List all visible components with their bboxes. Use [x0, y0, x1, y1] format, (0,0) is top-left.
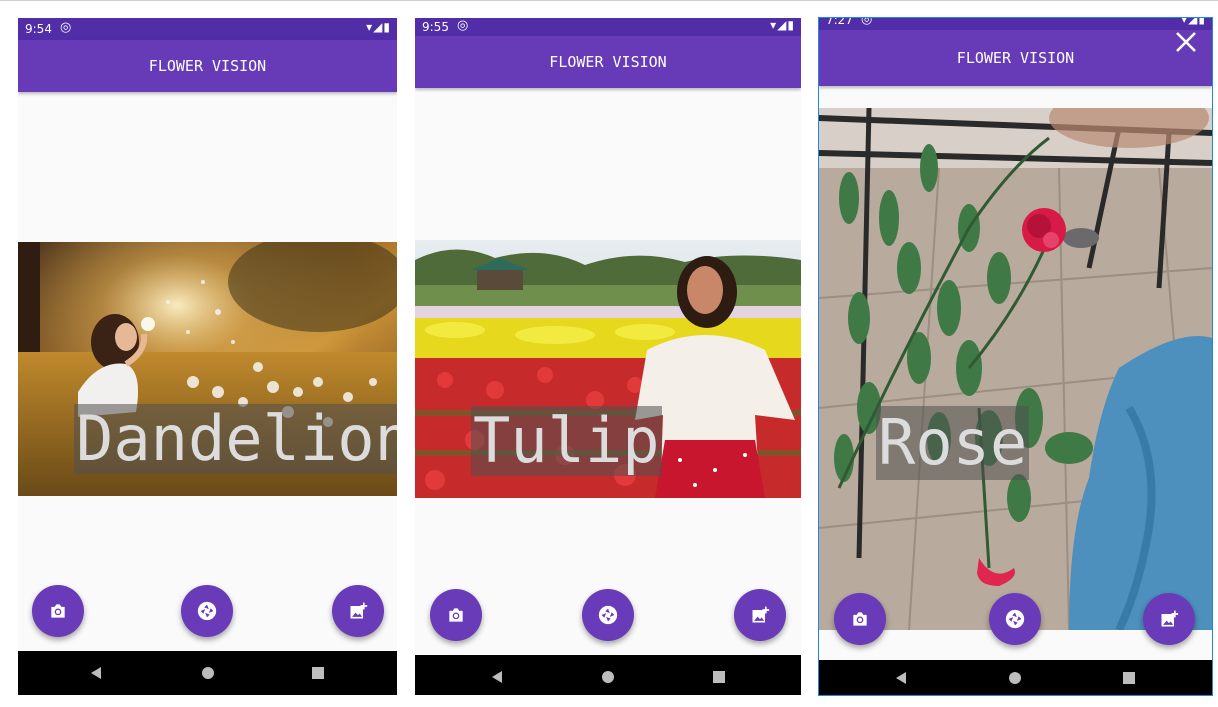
classified-photo: Dandelion [18, 242, 397, 496]
gallery-button[interactable] [332, 585, 384, 637]
recents-button[interactable] [699, 655, 739, 695]
app-bar: FLOWER VISION [18, 40, 397, 92]
phone-screen-dandelion: 9:54 ◎ ▾◢▮ FLOWER VISION Dandelion [18, 18, 397, 695]
add-photo-icon [350, 602, 368, 619]
capture-button[interactable] [582, 589, 634, 641]
system-nav-bar [819, 660, 1212, 695]
add-photo-icon [1161, 610, 1179, 627]
gallery-button[interactable] [1143, 593, 1195, 645]
capture-button[interactable] [989, 593, 1041, 645]
home-icon [602, 671, 614, 683]
home-button[interactable] [995, 660, 1035, 695]
recents-icon [312, 667, 324, 679]
home-button[interactable] [188, 651, 228, 695]
window-top-border [0, 0, 1218, 1]
gallery-button[interactable] [734, 589, 786, 641]
status-bar: 9:54 ◎ ▾◢▮ [18, 18, 397, 40]
prediction-label: Tulip [471, 404, 662, 477]
camera-button[interactable] [430, 589, 482, 641]
system-nav-bar [18, 651, 397, 695]
camera-button[interactable] [32, 585, 84, 637]
close-icon[interactable] [1174, 30, 1198, 54]
home-icon [202, 667, 214, 679]
status-bar: 7:27 ◎ ▾◢▮ [819, 18, 1212, 30]
status-time: 9:55 [422, 20, 449, 34]
recents-icon [1123, 672, 1135, 684]
app-title: FLOWER VISION [148, 57, 267, 75]
prediction-label: Rose [876, 406, 1030, 480]
recents-button[interactable] [298, 651, 338, 695]
camera-button[interactable] [834, 593, 886, 645]
add-photo-icon [752, 606, 770, 623]
back-button[interactable] [881, 660, 921, 695]
app-bar: FLOWER VISION [819, 30, 1212, 86]
sync-icon: ◎ [457, 18, 469, 33]
shutter-icon [598, 605, 618, 625]
camera-icon [853, 612, 867, 626]
app-title: FLOWER VISION [956, 49, 1075, 67]
back-button[interactable] [76, 651, 116, 695]
back-icon [492, 671, 502, 683]
prediction-label: Dandelion [74, 404, 397, 474]
back-button[interactable] [477, 655, 517, 695]
sync-icon: ◎ [861, 17, 873, 27]
signal-battery-icon: ▾◢▮ [1181, 17, 1206, 26]
app-bar: FLOWER VISION [415, 36, 801, 88]
phone-screen-tulip: 9:55 ◎ ▾◢▮ FLOWER VISION Tulip [415, 18, 801, 695]
phone-screen-rose: 7:27 ◎ ▾◢▮ FLOWER VISION Rose [818, 17, 1213, 696]
back-icon [896, 672, 906, 684]
signal-battery-icon: ▾◢▮ [366, 20, 391, 34]
status-time: 7:27 [826, 17, 853, 27]
camera-icon [449, 608, 463, 622]
status-time: 9:54 [25, 22, 52, 36]
recents-button[interactable] [1109, 660, 1149, 695]
system-nav-bar [415, 655, 801, 695]
recents-icon [713, 671, 725, 683]
capture-button[interactable] [181, 585, 233, 637]
home-icon [1009, 672, 1021, 684]
home-button[interactable] [588, 655, 628, 695]
shutter-icon [1005, 609, 1025, 629]
shutter-icon [197, 601, 217, 621]
classified-photo: Rose [819, 108, 1212, 630]
classified-photo: Tulip [415, 240, 801, 498]
sync-icon: ◎ [60, 20, 72, 35]
app-title: FLOWER VISION [549, 53, 667, 71]
signal-battery-icon: ▾◢▮ [770, 18, 795, 32]
camera-icon [51, 604, 65, 618]
back-icon [91, 667, 101, 679]
status-bar: 9:55 ◎ ▾◢▮ [415, 18, 801, 36]
